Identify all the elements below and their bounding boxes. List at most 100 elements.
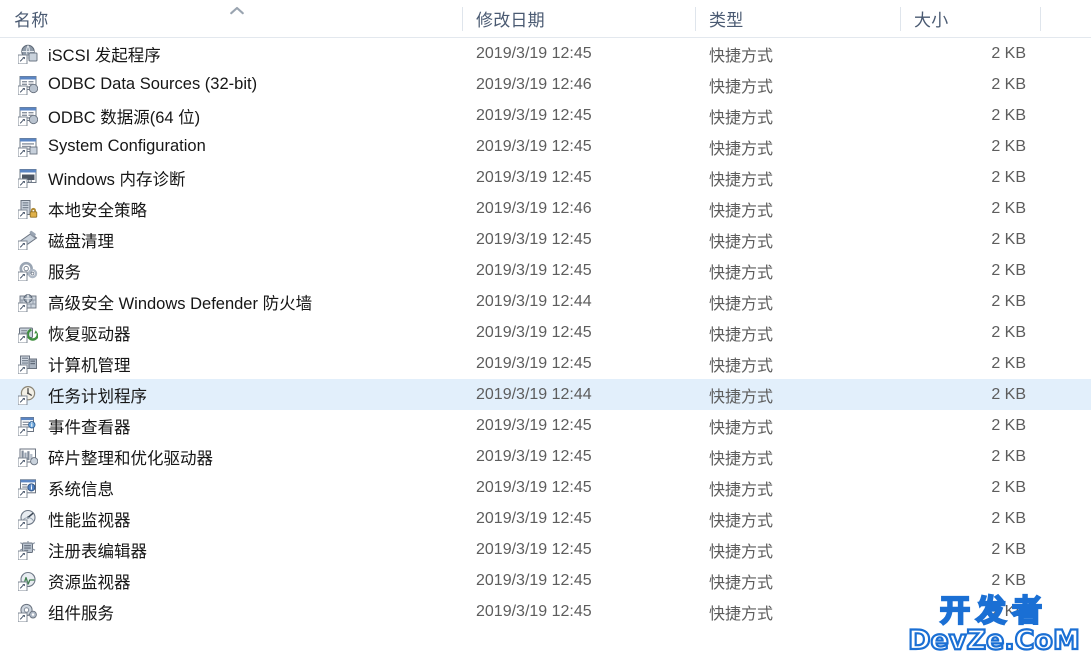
table-row[interactable]: 恢复驱动器 2019/3/19 12:45 快捷方式 2 KB: [0, 317, 1091, 348]
file-date-cell: 2019/3/19 12:45: [476, 168, 592, 186]
file-type-cell: 快捷方式: [709, 543, 774, 561]
file-name-cell[interactable]: ODBC Data Sources (32-bit): [0, 75, 462, 95]
file-size-cell: 2 KB: [991, 292, 1026, 310]
file-type-cell: 快捷方式: [709, 78, 774, 96]
file-name-cell[interactable]: 组件服务: [0, 600, 462, 624]
file-date-cell: 2019/3/19 12:45: [476, 509, 592, 527]
file-date-cell: 2019/3/19 12:45: [476, 571, 592, 589]
recovery-drive-icon: [18, 323, 38, 343]
file-name-cell[interactable]: iSCSI 发起程序: [0, 42, 462, 66]
table-row[interactable]: 磁盘清理 2019/3/19 12:45 快捷方式 2 KB: [0, 224, 1091, 255]
file-name-cell[interactable]: 任务计划程序: [0, 383, 462, 407]
defragment-icon: [18, 447, 38, 467]
file-name-label: 系统信息: [48, 480, 114, 499]
column-header-name-label: 名称: [14, 10, 49, 30]
file-date-cell: 2019/3/19 12:45: [476, 354, 592, 372]
file-type-cell: 快捷方式: [709, 388, 774, 406]
column-header-date-modified-label: 修改日期: [476, 10, 545, 30]
file-date-cell: 2019/3/19 12:45: [476, 137, 592, 155]
file-name-cell[interactable]: 恢复驱动器: [0, 321, 462, 345]
file-name-label: 任务计划程序: [48, 387, 147, 406]
file-size-cell: 2 KB: [991, 261, 1026, 279]
file-size-cell: 2 KB: [991, 385, 1026, 403]
file-name-cell[interactable]: Windows 内存诊断: [0, 166, 462, 190]
table-row[interactable]: 计算机管理 2019/3/19 12:45 快捷方式 2 KB: [0, 348, 1091, 379]
column-header-name[interactable]: 名称: [0, 0, 462, 37]
table-row[interactable]: 组件服务 2019/3/19 12:45 快捷方式 2 KB: [0, 596, 1091, 627]
file-date-cell: 2019/3/19 12:45: [476, 323, 592, 341]
file-explorer-details-view: 名称 修改日期 类型 大小 iSCSI 发起程序 2019/3/19 12:45 快…: [0, 0, 1091, 661]
file-name-label: iSCSI 发起程序: [48, 46, 161, 65]
column-header-type[interactable]: 类型: [695, 0, 900, 37]
file-type-cell: 快捷方式: [709, 171, 774, 189]
file-date-cell: 2019/3/19 12:45: [476, 447, 592, 465]
file-type-cell: 快捷方式: [709, 605, 774, 623]
watermark-line-2: DevZe.CoM: [907, 625, 1081, 656]
table-row[interactable]: ODBC 数据源(64 位) 2019/3/19 12:45 快捷方式 2 KB: [0, 100, 1091, 131]
table-row[interactable]: System Configuration 2019/3/19 12:45 快捷方式 2…: [0, 131, 1091, 162]
table-row[interactable]: 服务 2019/3/19 12:45 快捷方式 2 KB: [0, 255, 1091, 286]
table-row[interactable]: 高级安全 Windows Defender 防火墙 2019/3/19 12:44…: [0, 286, 1091, 317]
file-name-label: 碎片整理和优化驱动器: [48, 449, 213, 468]
system-information-icon: [18, 478, 38, 498]
file-name-cell[interactable]: 事件查看器: [0, 414, 462, 438]
table-row[interactable]: 系统信息 2019/3/19 12:45 快捷方式 2 KB: [0, 472, 1091, 503]
file-name-cell[interactable]: 磁盘清理: [0, 228, 462, 252]
table-row[interactable]: Windows 内存诊断 2019/3/19 12:45 快捷方式 2 KB: [0, 162, 1091, 193]
file-name-cell[interactable]: 性能监视器: [0, 507, 462, 531]
file-size-cell: 2 KB: [991, 75, 1026, 93]
file-size-cell: 2 KB: [991, 509, 1026, 527]
task-scheduler-icon: [18, 385, 38, 405]
table-row[interactable]: 本地安全策略 2019/3/19 12:46 快捷方式 2 KB: [0, 193, 1091, 224]
table-row[interactable]: 性能监视器 2019/3/19 12:45 快捷方式 2 KB: [0, 503, 1091, 534]
component-services-icon: [18, 602, 38, 622]
table-row[interactable]: ODBC Data Sources (32-bit) 2019/3/19 12:4…: [0, 69, 1091, 100]
file-name-cell[interactable]: 碎片整理和优化驱动器: [0, 445, 462, 469]
file-name-cell[interactable]: 高级安全 Windows Defender 防火墙: [0, 290, 462, 314]
memory-diagnostic-icon: [18, 168, 38, 188]
file-name-cell[interactable]: 本地安全策略: [0, 197, 462, 221]
file-date-cell: 2019/3/19 12:45: [476, 261, 592, 279]
file-type-cell: 快捷方式: [709, 140, 774, 158]
event-viewer-icon: [18, 416, 38, 436]
file-name-label: 性能监视器: [48, 511, 131, 530]
table-row[interactable]: iSCSI 发起程序 2019/3/19 12:45 快捷方式 2 KB: [0, 38, 1091, 69]
table-row[interactable]: 碎片整理和优化驱动器 2019/3/19 12:45 快捷方式 2 KB: [0, 441, 1091, 472]
file-date-cell: 2019/3/19 12:45: [476, 540, 592, 558]
registry-editor-icon: [18, 540, 38, 560]
file-list: iSCSI 发起程序 2019/3/19 12:45 快捷方式 2 KB ODBC Da…: [0, 38, 1091, 627]
column-header-size-label: 大小: [914, 10, 949, 30]
file-name-cell[interactable]: 系统信息: [0, 476, 462, 500]
file-date-cell: 2019/3/19 12:45: [476, 416, 592, 434]
file-size-cell: 2 KB: [991, 323, 1026, 341]
table-row[interactable]: 资源监视器 2019/3/19 12:45 快捷方式 2 KB: [0, 565, 1091, 596]
file-type-cell: 快捷方式: [709, 481, 774, 499]
file-name-label: ODBC 数据源(64 位): [48, 108, 201, 127]
file-name-cell[interactable]: 资源监视器: [0, 569, 462, 593]
file-size-cell: 2 KB: [991, 540, 1026, 558]
file-type-cell: 快捷方式: [709, 233, 774, 251]
file-size-cell: 2 KB: [991, 447, 1026, 465]
file-name-cell[interactable]: ODBC 数据源(64 位): [0, 104, 462, 128]
table-row[interactable]: 事件查看器 2019/3/19 12:45 快捷方式 2 KB: [0, 410, 1091, 441]
firewall-icon: [18, 292, 38, 312]
table-row[interactable]: 注册表编辑器 2019/3/19 12:45 快捷方式 2 KB: [0, 534, 1091, 565]
file-size-cell: 2 KB: [991, 571, 1026, 589]
file-name-cell[interactable]: 注册表编辑器: [0, 538, 462, 562]
file-name-label: 资源监视器: [48, 573, 131, 592]
file-date-cell: 2019/3/19 12:45: [476, 478, 592, 496]
file-date-cell: 2019/3/19 12:45: [476, 44, 592, 62]
file-name-cell[interactable]: 计算机管理: [0, 352, 462, 376]
column-header-size[interactable]: 大小: [900, 0, 1040, 37]
file-date-cell: 2019/3/19 12:46: [476, 75, 592, 93]
file-name-cell[interactable]: 服务: [0, 259, 462, 283]
file-name-label: Windows 内存诊断: [48, 170, 186, 189]
file-name-cell[interactable]: System Configuration: [0, 137, 462, 157]
file-type-cell: 快捷方式: [709, 357, 774, 375]
file-size-cell: 2 KB: [991, 354, 1026, 372]
table-row[interactable]: 任务计划程序 2019/3/19 12:44 快捷方式 2 KB: [0, 379, 1091, 410]
file-date-cell: 2019/3/19 12:45: [476, 602, 592, 620]
local-security-policy-icon: [18, 199, 38, 219]
file-name-label: 注册表编辑器: [48, 542, 147, 561]
column-header-date-modified[interactable]: 修改日期: [462, 0, 695, 37]
